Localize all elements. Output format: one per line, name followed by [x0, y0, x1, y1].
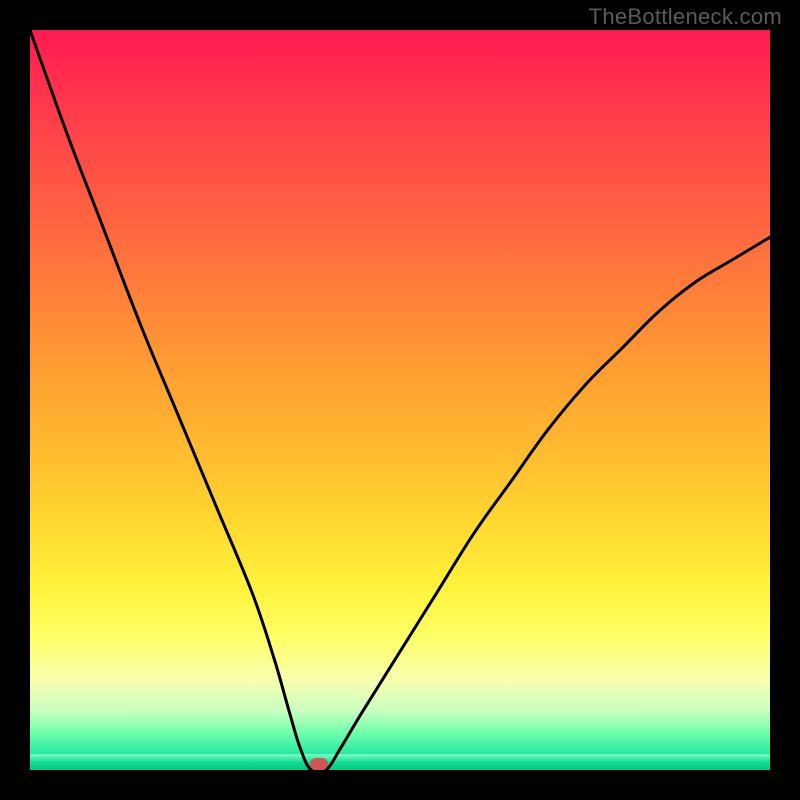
- bottleneck-curve: [30, 30, 770, 770]
- curve-svg: [30, 30, 770, 770]
- optimal-marker-icon: [310, 758, 328, 770]
- chart-frame: TheBottleneck.com: [0, 0, 800, 800]
- plot-area: [30, 30, 770, 770]
- watermark-text: TheBottleneck.com: [589, 4, 782, 30]
